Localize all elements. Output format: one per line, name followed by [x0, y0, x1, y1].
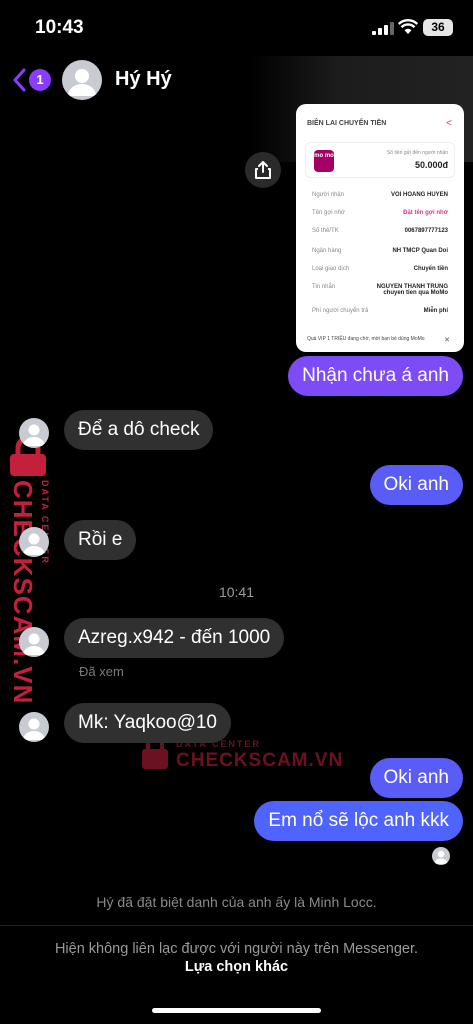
- unread-count-badge[interactable]: 1: [29, 69, 51, 91]
- share-icon: [255, 161, 271, 179]
- contact-avatar[interactable]: [62, 60, 102, 100]
- wifi-icon: [398, 19, 418, 34]
- receipt-title: BIÊN LAI CHUYỂN TIỀN: [307, 120, 387, 127]
- read-receipt-avatar: [432, 847, 450, 865]
- receipt-row-key: Phí người chuyển trả: [312, 308, 369, 314]
- receipt-row-key: Tên gợi nhớ: [312, 210, 345, 216]
- outgoing-message[interactable]: Oki anh: [369, 465, 463, 505]
- unavailable-notice: Hiện không liên lạc được với người này t…: [54, 941, 419, 957]
- incoming-message[interactable]: Rồi e: [64, 520, 137, 560]
- outgoing-message[interactable]: Em nổ sẽ lộc anh kkk: [254, 801, 463, 841]
- home-indicator[interactable]: [152, 1008, 321, 1013]
- receipt-row-value: Miễn phí: [423, 308, 448, 314]
- status-bar: 10:43 36: [0, 0, 473, 56]
- default-avatar-icon: [68, 69, 96, 96]
- contact-name[interactable]: Hý Hý: [115, 68, 172, 91]
- contact-avatar-small[interactable]: [19, 527, 49, 557]
- receipt-row-value: Đặt tên gợi nhớ: [403, 210, 448, 216]
- outgoing-message[interactable]: Nhận chưa á anh: [288, 356, 463, 396]
- default-avatar-icon: [23, 718, 45, 740]
- default-avatar-icon: [23, 424, 45, 446]
- default-avatar-icon: [23, 633, 45, 655]
- outgoing-message[interactable]: Oki anh: [369, 758, 463, 798]
- battery-icon: 36: [423, 19, 453, 36]
- divider: [0, 925, 473, 926]
- cellular-signal-icon: [372, 22, 394, 35]
- receipt-row-key: Số thẻ/TK: [312, 228, 339, 234]
- incoming-message[interactable]: Mk: Yaqkoo@10: [64, 703, 231, 743]
- share-button[interactable]: [245, 152, 281, 188]
- receipt-row-key: Ngân hàng: [312, 248, 342, 254]
- receipt-row-value: 0067897777123: [404, 228, 448, 234]
- receipt-row-key: Loại giao dịch: [312, 266, 350, 272]
- contact-avatar-small[interactable]: [19, 712, 49, 742]
- receipt-row-key: Người nhận: [312, 192, 344, 198]
- seen-status: Đã xem: [79, 664, 124, 679]
- receipt-row-value: NH TMCP Quan Doi: [392, 248, 448, 254]
- receipt-row-value: NGUYEN THANH TRUNG chuyen tien qua MoMo: [376, 284, 448, 296]
- contact-avatar-small[interactable]: [19, 627, 49, 657]
- contact-avatar-small[interactable]: [19, 418, 49, 448]
- receipt-share-icon: <: [446, 118, 452, 129]
- nickname-notice: Hý đã đặt biệt danh của anh ấy là Minh L…: [96, 894, 377, 910]
- watermark-brand: CHECKSCAM.VN: [176, 750, 344, 771]
- receipt-promo: Quà VIP 1 TRIỆU đang chờ, mời bạn bè dùn…: [307, 336, 425, 342]
- receipt-amount: 50.000đ: [414, 160, 448, 170]
- receipt-row-key: Tin nhắn: [312, 284, 336, 290]
- incoming-message[interactable]: Để a dô check: [64, 410, 214, 450]
- chat-header: 1 Hý Hý: [0, 56, 473, 162]
- receipt-amount-label: Số tiền gửi đến người nhận: [386, 150, 448, 156]
- default-avatar-icon: [434, 850, 448, 864]
- back-chevron-icon[interactable]: [12, 68, 26, 92]
- message-timestamp: 10:41: [218, 584, 255, 600]
- receipt-row-value: VOI HOANG HUYEN: [390, 192, 448, 198]
- receipt-image[interactable]: BIÊN LAI CHUYỂN TIỀN < mo mo Số tiền gửi…: [296, 104, 464, 352]
- other-options-link[interactable]: Lựa chọn khác: [0, 959, 473, 975]
- receipt-row-value: Chuyển tiền: [413, 266, 448, 272]
- default-avatar-icon: [23, 533, 45, 555]
- receipt-amount-card: mo mo Số tiền gửi đến người nhận 50.000đ: [305, 142, 455, 178]
- incoming-message[interactable]: Azreg.x942 - đến 1000: [64, 618, 285, 658]
- close-icon: ✕: [444, 337, 450, 344]
- momo-logo: mo mo: [314, 150, 334, 172]
- status-time: 10:43: [35, 17, 84, 38]
